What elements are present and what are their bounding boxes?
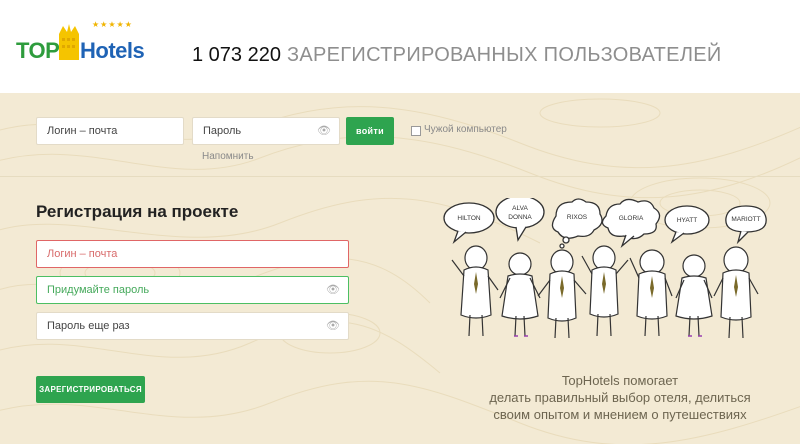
- speech-bubble-hilton: [443, 202, 495, 245]
- register-button[interactable]: ЗАРЕГИСТРИРОВАТЬСЯ: [36, 376, 145, 403]
- registration-password-repeat-placeholder: Пароль еще раз: [47, 320, 130, 332]
- promo-line-2: делать правильный выбор отеля, делиться: [489, 390, 751, 405]
- login-email-placeholder: Логин – почта: [47, 125, 118, 137]
- tophotels-logo[interactable]: ★★★★★ TOP Hotels: [16, 20, 145, 70]
- bubble-text-donna: DONNA: [508, 214, 532, 221]
- foreign-computer-checkbox[interactable]: [411, 126, 421, 136]
- promo-line-3: своим опытом и мнением о путешествиях: [493, 407, 747, 422]
- show-password-icon[interactable]: 👁: [317, 118, 331, 144]
- registration-email-input[interactable]: Логин – почта: [36, 240, 349, 268]
- registration-password-placeholder: Придумайте пароль: [47, 284, 150, 296]
- login-password-placeholder: Пароль: [203, 125, 242, 137]
- login-email-input[interactable]: Логин – почта: [36, 117, 184, 145]
- logo-top-text: TOP: [16, 38, 60, 63]
- registered-users-counter: 1 073 220 ЗАРЕГИСТРИРОВАННЫХ ПОЛЬЗОВАТЕЛЕ…: [192, 44, 722, 67]
- speech-bubble-mariott: [725, 205, 767, 245]
- bubble-text-rixos: RIXOS: [567, 214, 588, 221]
- registration-password-input[interactable]: Придумайте пароль 👁: [36, 276, 349, 304]
- speech-bubble-hyatt: [664, 205, 710, 244]
- registration-password-repeat-input[interactable]: Пароль еще раз 👁: [36, 312, 349, 340]
- site-header: ★★★★★ TOP Hotels 1 073 220 ЗАРЕГИСТРИРОВА…: [0, 0, 800, 93]
- show-password-icon[interactable]: 👁: [326, 313, 340, 339]
- users-count-label: ЗАРЕГИСТРИРОВАННЫХ ПОЛЬЗОВАТЕЛЕЙ: [286, 44, 722, 66]
- registration-email-placeholder: Логин – почта: [47, 248, 118, 260]
- promo-tagline: TopHotels помогает делать правильный выб…: [440, 372, 800, 423]
- foreign-computer-label[interactable]: Чужой компьютер: [424, 124, 507, 135]
- logo-hotels-text: Hotels: [80, 38, 145, 63]
- remind-password-link[interactable]: Напомнить: [202, 151, 254, 162]
- bubble-text-hilton: HILTON: [457, 215, 481, 222]
- show-password-icon[interactable]: 👁: [326, 277, 340, 303]
- logo-stars: ★★★★★: [92, 20, 133, 29]
- bubble-text-mariott: MARIOTT: [731, 216, 760, 223]
- bubble-text-gloria: GLORIA: [619, 215, 644, 222]
- speech-bubble-gloria: [601, 198, 661, 249]
- users-count-number: 1 073 220: [192, 44, 281, 66]
- registration-title: Регистрация на проекте: [36, 202, 239, 221]
- speech-bubble-rixos: [551, 198, 603, 249]
- bubble-text-alva: ALVA: [512, 205, 528, 212]
- bubble-text-hyatt: HYATT: [677, 217, 697, 224]
- promo-line-1: TopHotels помогает: [561, 373, 679, 388]
- login-submit-button[interactable]: войти: [346, 117, 394, 145]
- people-illustration: HILTON ALVA DONNA RIXOS GLORIA HYATT MAR…: [443, 198, 767, 339]
- crown-icon: [59, 24, 79, 60]
- login-password-input[interactable]: Пароль 👁: [192, 117, 340, 145]
